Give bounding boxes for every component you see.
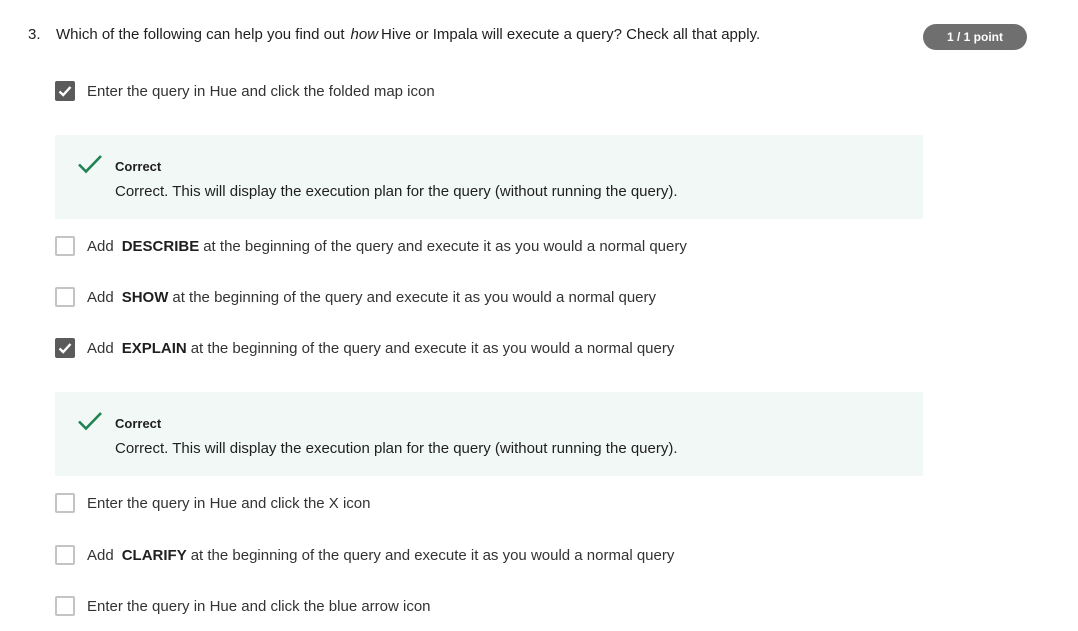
- check-icon: [78, 155, 102, 174]
- question-text: Which of the following can help you find…: [56, 26, 760, 43]
- question-number: 3.: [28, 26, 41, 43]
- checkbox-checked[interactable]: [55, 81, 75, 101]
- checkbox-unchecked[interactable]: [55, 493, 75, 513]
- option-keyword: EXPLAIN: [121, 339, 187, 357]
- option-keyword: DESCRIBE: [121, 237, 200, 255]
- score-badge: 1 / 1 point: [923, 24, 1027, 50]
- option-label: Enter the query in Hue and click the X i…: [87, 494, 371, 512]
- feedback-title: Correct: [115, 416, 162, 431]
- option-folded-map-icon[interactable]: Enter the query in Hue and click the fol…: [55, 81, 435, 101]
- option-label: Add SHOW at the beginning of the query and…: [87, 289, 656, 306]
- option-text: at the beginning of the query and execut…: [203, 237, 687, 255]
- option-label: Enter the query in Hue and click the fol…: [87, 82, 435, 100]
- option-label: Add EXPLAIN at the beginning of the query …: [87, 340, 674, 357]
- option-label: Add DESCRIBE at the beginning of the query…: [87, 238, 687, 255]
- option-explain[interactable]: Add EXPLAIN at the beginning of the query …: [55, 338, 674, 358]
- checkbox-checked[interactable]: [55, 338, 75, 358]
- check-icon: [58, 343, 72, 354]
- option-keyword: CLARIFY: [121, 546, 187, 564]
- checkbox-unchecked[interactable]: [55, 236, 75, 256]
- option-show[interactable]: Add SHOW at the beginning of the query and…: [55, 287, 656, 307]
- option-prefix: Add: [87, 339, 114, 357]
- feedback-body: Correct. This will display the execution…: [115, 440, 678, 457]
- feedback-body: Correct. This will display the execution…: [115, 183, 678, 200]
- option-prefix: Add: [87, 546, 114, 564]
- option-text: at the beginning of the query and execut…: [190, 546, 675, 564]
- option-clarify[interactable]: Add CLARIFY at the beginning of the query …: [55, 545, 674, 565]
- feedback-panel: Correct Correct. This will display the e…: [55, 392, 923, 476]
- question-text-emphasis: how: [350, 26, 379, 43]
- question-text-before: Which of the following can help you find…: [56, 26, 345, 43]
- checkbox-unchecked[interactable]: [55, 545, 75, 565]
- check-icon: [58, 86, 72, 97]
- option-text: at the beginning of the query and execut…: [190, 339, 675, 357]
- option-prefix: Add: [87, 237, 114, 255]
- option-describe[interactable]: Add DESCRIBE at the beginning of the query…: [55, 236, 687, 256]
- option-text: at the beginning of the query and execut…: [172, 288, 657, 306]
- option-label: Enter the query in Hue and click the blu…: [87, 597, 431, 615]
- option-label: Add CLARIFY at the beginning of the query …: [87, 547, 674, 564]
- option-x-icon[interactable]: Enter the query in Hue and click the X i…: [55, 493, 371, 513]
- option-prefix: Add: [87, 288, 114, 306]
- option-keyword: SHOW: [121, 288, 169, 306]
- feedback-panel: Correct Correct. This will display the e…: [55, 135, 923, 219]
- checkbox-unchecked[interactable]: [55, 596, 75, 616]
- option-blue-arrow-icon[interactable]: Enter the query in Hue and click the blu…: [55, 596, 431, 616]
- feedback-title: Correct: [115, 159, 162, 174]
- check-icon: [78, 412, 102, 431]
- checkbox-unchecked[interactable]: [55, 287, 75, 307]
- question-text-after: Hive or Impala will execute a query? Che…: [381, 26, 761, 43]
